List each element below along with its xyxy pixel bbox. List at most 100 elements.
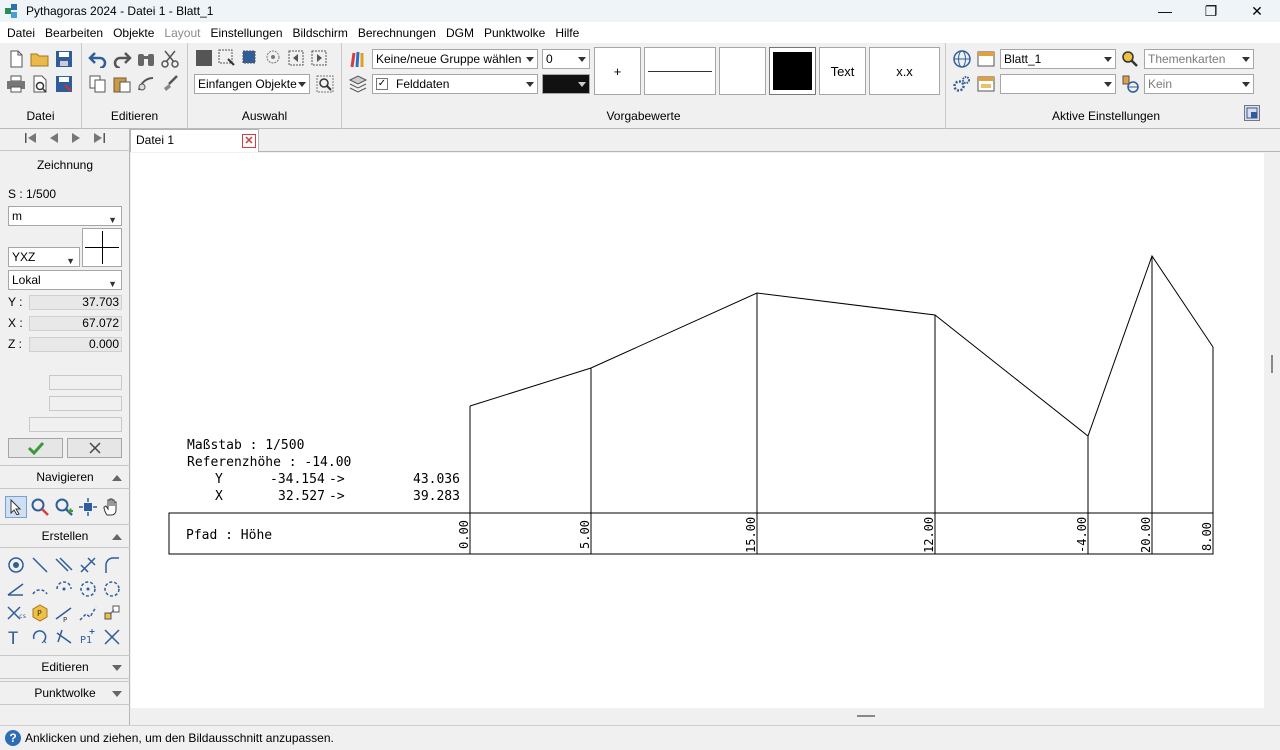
coordinate-system-dropdown[interactable]: Kein	[1144, 74, 1254, 94]
menu-objekte[interactable]: Objekte	[109, 26, 158, 40]
redo-icon[interactable]	[112, 49, 132, 69]
select-all-icon[interactable]	[194, 48, 214, 68]
zoom-extents-tool[interactable]	[77, 496, 99, 518]
drawing-canvas[interactable]: Maßstab : 1/500 Referenzhöhe : -14.00 Y …	[131, 153, 1264, 708]
angle-tool[interactable]	[5, 578, 27, 600]
cut-icon[interactable]	[160, 49, 180, 69]
parallel-line-tool[interactable]	[53, 554, 75, 576]
navigate-section-header[interactable]: Navigieren	[0, 465, 130, 489]
number-format-preset[interactable]: x.x	[869, 47, 940, 95]
maximize-button[interactable]: ❐	[1188, 0, 1234, 22]
last-sheet-icon[interactable]	[92, 132, 106, 147]
help-icon[interactable]: ?	[5, 730, 21, 746]
confirm-button[interactable]	[8, 438, 63, 458]
line-style-preset[interactable]	[644, 47, 716, 95]
sheet-window-icon[interactable]	[976, 49, 996, 69]
vertical-scroll-thumb[interactable]	[1271, 355, 1273, 373]
select-object-icon[interactable]	[240, 48, 260, 68]
sheet-dropdown[interactable]: Blatt_1	[1000, 49, 1116, 69]
fill-white-preset[interactable]	[719, 47, 766, 95]
zoom-window-tool[interactable]	[29, 496, 51, 518]
undo-icon[interactable]	[88, 49, 108, 69]
zoom-in-tool[interactable]	[53, 496, 75, 518]
point-cloud-section-header[interactable]: Punktwolke	[0, 681, 130, 705]
print-icon[interactable]	[6, 74, 26, 94]
paste-icon[interactable]	[112, 74, 132, 94]
select-pointer-tool[interactable]	[5, 496, 27, 518]
vertical-scrollbar[interactable]	[1264, 153, 1280, 708]
horizontal-scrollbar[interactable]	[131, 708, 1280, 725]
pan-hand-tool[interactable]	[101, 496, 123, 518]
cursor-style-preview[interactable]	[82, 228, 122, 267]
next-sheet-icon[interactable]	[70, 132, 82, 147]
save-as-icon[interactable]	[54, 74, 74, 94]
close-tab-icon[interactable]: ✕	[242, 134, 256, 148]
match-properties-icon[interactable]	[136, 74, 156, 94]
grid-points-tool[interactable]	[101, 602, 123, 624]
print-preview-icon[interactable]	[30, 74, 50, 94]
arc-three-point-tool[interactable]	[53, 578, 75, 600]
text-style-preset[interactable]: Text	[819, 47, 866, 95]
layers-icon[interactable]	[348, 74, 368, 94]
felddaten-checkbox[interactable]: ✓	[376, 78, 388, 90]
polygon-point-tool[interactable]: P	[29, 602, 51, 624]
menu-einstellungen[interactable]: Einstellungen	[206, 26, 286, 40]
select-window-icon[interactable]	[217, 48, 237, 68]
point-on-line-tool[interactable]: P	[53, 602, 75, 624]
text-tool[interactable]: T	[5, 626, 27, 648]
save-icon[interactable]	[54, 49, 74, 69]
menu-bearbeiten[interactable]: Bearbeiten	[41, 26, 107, 40]
zoom-selection-icon[interactable]	[315, 74, 335, 94]
perpendicular-tool[interactable]	[53, 626, 75, 648]
select-previous-icon[interactable]	[286, 48, 306, 68]
polyline-tool[interactable]	[77, 602, 99, 624]
circle-center-tool[interactable]	[77, 578, 99, 600]
layout-dropdown[interactable]	[1000, 74, 1116, 94]
cancel-button[interactable]	[67, 438, 122, 458]
point-symbol-preset[interactable]: +	[594, 47, 641, 95]
menu-berechnungen[interactable]: Berechnungen	[354, 26, 440, 40]
horizontal-scroll-thumb[interactable]	[857, 715, 875, 717]
create-section-header[interactable]: Erstellen	[0, 524, 130, 548]
globe-icon[interactable]	[952, 49, 972, 69]
first-sheet-icon[interactable]	[24, 132, 38, 147]
color-dropdown[interactable]	[542, 74, 590, 94]
theme-map-dropdown[interactable]: Themenkarten	[1144, 49, 1254, 69]
felddaten-dropdown[interactable]: ✓ Felddaten	[372, 74, 538, 94]
menu-dgm[interactable]: DGM	[442, 26, 478, 40]
menu-punktwolke[interactable]: Punktwolke	[480, 26, 549, 40]
layer-number-dropdown[interactable]: 0	[542, 49, 590, 69]
menu-hilfe[interactable]: Hilfe	[551, 26, 583, 40]
select-lasso-icon[interactable]	[263, 48, 283, 68]
input-field-3[interactable]	[29, 417, 122, 432]
intersection-tool[interactable]: cs	[5, 602, 27, 624]
ribbon-options-icon[interactable]	[1244, 105, 1260, 121]
minimize-button[interactable]: —	[1142, 0, 1188, 22]
circle-tool[interactable]	[101, 578, 123, 600]
axis-order-dropdown[interactable]: YXZ ▼	[8, 247, 80, 267]
pencils-icon[interactable]	[348, 49, 368, 69]
previous-sheet-icon[interactable]	[48, 132, 60, 147]
input-field-2[interactable]	[49, 396, 122, 411]
point-tool[interactable]	[5, 554, 27, 576]
multi-line-tool[interactable]	[77, 554, 99, 576]
coordinate-system-local-dropdown[interactable]: Lokal ▼	[8, 270, 122, 290]
menu-datei[interactable]: Datei	[3, 26, 39, 40]
arc-line-tool[interactable]	[101, 554, 123, 576]
unit-dropdown[interactable]: m ▼	[8, 206, 122, 226]
brush-icon[interactable]	[160, 74, 180, 94]
coordinate-system-icon[interactable]	[1120, 74, 1140, 94]
open-folder-icon[interactable]	[30, 49, 50, 69]
close-window-button[interactable]: ✕	[1234, 0, 1280, 22]
layout-window-icon[interactable]	[976, 74, 996, 94]
line-tool[interactable]	[29, 554, 51, 576]
capture-objects-dropdown[interactable]: Einfangen Objekte	[194, 74, 310, 94]
settings-gears-icon[interactable]	[952, 74, 972, 94]
rotate-point-tool[interactable]	[29, 626, 51, 648]
binoculars-icon[interactable]	[136, 49, 156, 69]
point-number-tool[interactable]: P1	[77, 626, 99, 648]
edit-section-header[interactable]: Editieren	[0, 655, 130, 679]
input-field-1[interactable]	[49, 375, 122, 390]
fill-black-preset[interactable]	[769, 47, 816, 95]
select-next-icon[interactable]	[309, 48, 329, 68]
